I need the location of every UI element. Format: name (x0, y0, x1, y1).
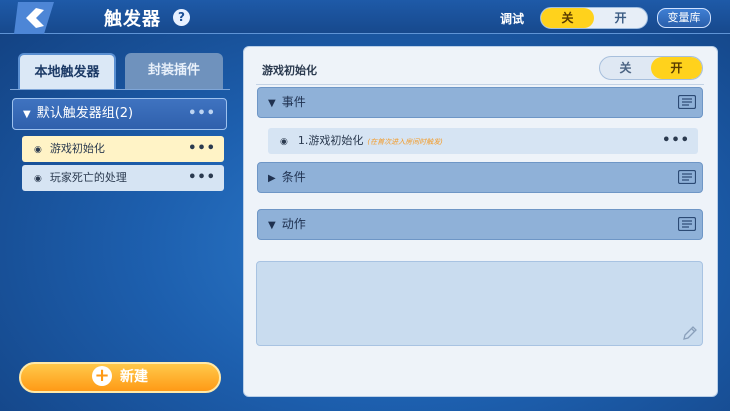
top-bar: 触发器 ? 调试 关 开 变量库 (0, 0, 730, 34)
trigger-group-label: 默认触发器组(2) (36, 106, 134, 121)
event-section-label: 事件 (281, 95, 306, 109)
trigger-enable-toggle[interactable]: 关 开 (599, 56, 703, 80)
action-section-header[interactable]: ▼ 动作 (257, 209, 703, 240)
page-title: 触发器 (104, 9, 161, 30)
trigger-more-icon[interactable]: ••• (188, 136, 216, 162)
debug-on-option[interactable]: 开 (594, 8, 647, 28)
new-trigger-button[interactable]: + 新建 (19, 362, 221, 393)
toggle-on-option[interactable]: 开 (651, 57, 702, 79)
trigger-name: 游戏初始化 (262, 64, 317, 77)
event-item[interactable]: ◉ 1.游戏初始化 (在首次进入房间时触发) ••• (268, 128, 698, 154)
group-more-icon[interactable]: ••• (188, 99, 216, 129)
plus-icon: + (92, 365, 112, 386)
tab-divider (10, 89, 230, 90)
event-more-icon[interactable]: ••• (662, 128, 690, 154)
condition-section-label: 条件 (281, 170, 306, 184)
edit-list-icon[interactable] (678, 217, 696, 231)
debug-off-option[interactable]: 关 (541, 8, 594, 28)
debug-toggle[interactable]: 关 开 (540, 7, 648, 29)
condition-section-header[interactable]: ▶ 条件 (257, 162, 703, 193)
variable-library-button[interactable]: 变量库 (657, 8, 711, 28)
expanded-triangle-icon: ▼ (268, 98, 276, 109)
event-item-label: 1.游戏初始化 (297, 134, 364, 147)
event-item-note: (在首次进入房间时触发) (367, 138, 443, 146)
radio-dot-icon: ◉ (280, 137, 288, 147)
trigger-item-label: 玩家死亡的处理 (49, 171, 127, 184)
pencil-icon[interactable] (682, 325, 698, 341)
trigger-item-game-init[interactable]: ◉ 游戏初始化 ••• (22, 136, 224, 162)
new-button-label: 新建 (120, 369, 148, 385)
radio-dot-icon: ◉ (34, 145, 42, 155)
expanded-triangle-icon: ▼ (268, 220, 276, 231)
edit-list-icon[interactable] (678, 170, 696, 184)
help-icon[interactable]: ? (173, 9, 190, 26)
trigger-item-player-death[interactable]: ◉ 玩家死亡的处理 ••• (22, 165, 224, 191)
comment-textarea[interactable] (256, 261, 703, 346)
collapsed-triangle-icon: ▶ (268, 173, 276, 184)
trigger-group-row[interactable]: ▼ 默认触发器组(2) ••• (12, 98, 227, 130)
back-logo-icon[interactable] (14, 2, 58, 34)
title-divider (256, 84, 704, 85)
trigger-more-icon[interactable]: ••• (188, 165, 216, 191)
action-section-label: 动作 (281, 217, 306, 231)
toggle-off-option[interactable]: 关 (600, 57, 651, 79)
radio-dot-icon: ◉ (34, 174, 42, 184)
tab-local-triggers[interactable]: 本地触发器 (18, 53, 116, 89)
edit-list-icon[interactable] (678, 95, 696, 109)
collapse-triangle-icon[interactable]: ▼ (23, 100, 31, 130)
event-section-header[interactable]: ▼ 事件 (257, 87, 703, 118)
debug-label: 调试 (500, 12, 525, 26)
trigger-item-label: 游戏初始化 (49, 142, 105, 155)
tab-packaged-plugins[interactable]: 封装插件 (125, 53, 223, 89)
